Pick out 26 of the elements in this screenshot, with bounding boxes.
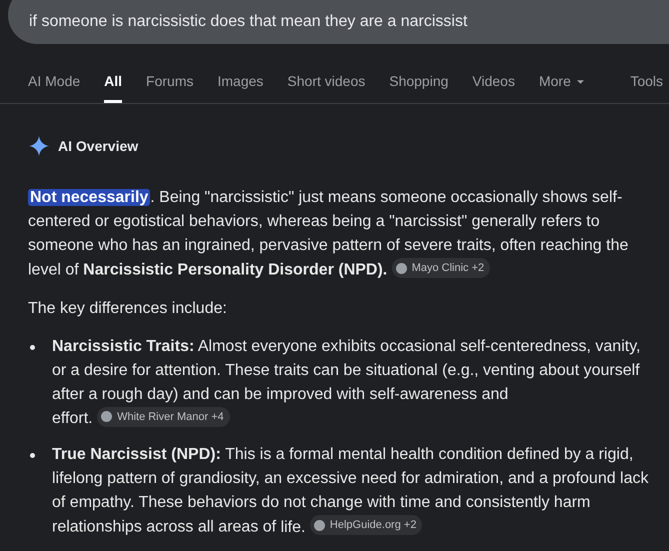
source-chip[interactable]: White River Manor +4 (97, 406, 230, 426)
tab[interactable]: Videos (472, 70, 515, 103)
tab[interactable]: AI Mode (28, 70, 80, 103)
sparkle-icon (29, 136, 49, 156)
source-chip[interactable]: Mayo Clinic +2 (392, 258, 490, 278)
tab[interactable]: Shopping (389, 70, 448, 103)
caret-icon (576, 80, 584, 84)
bullet-icon (30, 453, 35, 458)
bullet-icon (30, 344, 35, 350)
tab[interactable]: Forums (146, 70, 194, 103)
search-field[interactable]: if someone is narcissistic does that mean they are a narcissist (8, 0, 669, 44)
paragraph-text: The key differences include: (28, 298, 228, 318)
source-logo-icon (101, 411, 112, 422)
tab[interactable]: Images (217, 70, 264, 103)
source-logo-icon (314, 520, 325, 530)
section-title: AI Overview (58, 138, 138, 154)
source-logo-icon (396, 262, 407, 274)
search-input[interactable]: if someone is narcissistic does that mean they are a narcissist (29, 13, 629, 31)
more-menu[interactable]: More (538, 70, 584, 103)
source-chip[interactable]: HelpGuide.org +2 (310, 515, 422, 535)
paragraph-text: Not necessarily. Being "narcissistic" just means someone occasionally shows self-centered or egotistical behaviors, whereas being a "narcissist" generally refers to someone who has an ingrained, pervasive pattern of severe traits, often reaching the level of Narcissistic Personality Disorder (NPD). Mayo Clinic +2 (28, 188, 630, 280)
tab[interactable]: Tools (630, 70, 663, 103)
list-item-text: True Narcissist (NPD): This is a formal mental health condition defined by a rigid, lifelong pattern of grandiosity, an excessive need for admiration, and a profound lack of empathy. These behaviors do not change with time and consistently harm relationships across all areas of life. HelpGuide.org +2 (52, 445, 650, 538)
list-item-text: Narcissistic Traits: Almost everyone exhibits occasional self-centeredness, vanity, or a desire for attention. These traits can be situational (e.g., venting about yourself after a rough day) and can be improved with self-awareness and effort. White River Manor +4 (52, 336, 642, 429)
tab[interactable]: Short videos (287, 70, 366, 103)
tab[interactable]: All (104, 70, 122, 103)
